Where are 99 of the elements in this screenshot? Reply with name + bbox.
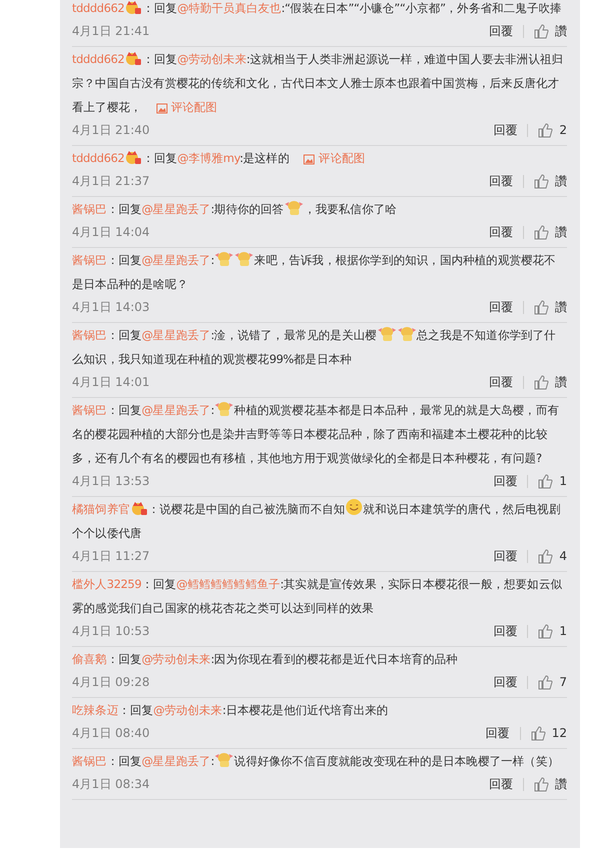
cat-sticker-icon [214,399,234,417]
like-count: 讚 [555,172,567,190]
mention-link[interactable]: @劳动创未来 [177,52,246,66]
username-link[interactable]: 偷喜鹅 [72,652,107,666]
reply-link[interactable]: 回覆 [493,622,518,640]
username-link[interactable]: tdddd662 [72,1,124,15]
timestamp: 4月1日 08:34 [72,776,151,792]
comment-text: 酱锅巴：回复@星星跑丢了: 种植的观赏樱花基本都是日本品种，最常见的就是大岛樱，而有名的樱花园种植的大部分也是染井吉野等等日本樱花品种，除了西南和福建本土樱花种的比较多，还有几个有名的樱园也有移植，其他地方用于观赏做绿化的全都是日本种樱花，有问题? [72,398,567,470]
comment-image-link[interactable]: 评论配图 [156,100,218,114]
mention-link[interactable]: @特勤干员真白友也 [177,1,282,15]
mention-link[interactable]: @星星跑丢了 [142,253,211,267]
image-icon [156,103,168,114]
username-link[interactable]: 橘猫饲养官 [72,502,130,516]
cat-sticker-icon [284,198,304,216]
comment-image-link[interactable]: 评论配图 [303,151,366,165]
thumbs-up-icon[interactable] [538,674,554,690]
reply-link[interactable]: 回覆 [489,374,513,390]
comment-text: tdddd662 ：回复@李博雅my:是这样的 评论配图 [72,148,366,167]
username-link[interactable]: 酱锅巴 [72,202,107,216]
username-link[interactable]: 酱锅巴 [72,754,107,768]
like-count: 讚 [555,224,567,240]
thumbs-up-icon[interactable] [538,548,554,564]
comment-text: 偷喜鹅：回复@劳动创未来:因为你现在看到的樱花都是近代日本培育的品种 [72,651,459,668]
thumbs-up-icon[interactable] [538,474,554,488]
mention-link[interactable]: @李博雅my [177,151,240,165]
cat-sticker-icon [234,249,254,267]
mention-link[interactable]: @星星跑丢了 [142,754,211,768]
comment-text: 酱锅巴：回复@星星跑丢了: 来吧，告诉我，根据你学到的知识，国内种植的观赏樱花不是日本品种的是啥呢？ [72,248,567,296]
username-link[interactable]: 酱锅巴 [72,328,107,342]
reply-link[interactable]: 回覆 [493,122,518,138]
timestamp: 4月1日 11:27 [72,548,151,564]
like-count: 1 [559,474,567,488]
reply-link[interactable]: 回覆 [489,224,513,240]
username-link[interactable]: 吃辣条迈 [72,703,118,717]
crown-badge-icon [124,50,142,66]
reply-link[interactable]: 回覆 [489,298,513,316]
timestamp: 4月1日 14:01 [72,374,151,390]
reply-link[interactable]: 回覆 [493,472,518,490]
timestamp: 4月1日 13:53 [72,472,151,490]
like-count: 1 [559,624,567,638]
username-link[interactable]: 槛外人32259 [72,577,142,591]
comment-text: tdddd662 ：回复@特勤干员真白友也:“假装在日本”“小镰仓”“小京都”，外务省和二鬼子吹捧 [72,0,563,17]
comment-text: tdddd662 ：回复@劳动创未来:这就相当于人类非洲起源说一样，难道中国人要去非洲认祖归宗？中国自古没有赏樱花的传统和文化，古代日本文人雅士原本也跟着中国赏梅，后来反唐化才看上了樱花， 评论配图 [72,49,564,116]
like-count: 4 [559,549,567,563]
thumbs-up-icon[interactable] [534,374,549,390]
crown-badge-icon [124,149,142,165]
smiley-icon [345,498,364,516]
username-link[interactable]: tdddd662 [72,52,124,66]
reply-link[interactable]: 回覆 [493,674,518,690]
reply-link[interactable]: 回覆 [493,548,518,564]
mention-link[interactable]: @鳕鳕鳕鳕鳕鳕鱼子 [176,577,280,591]
timestamp: 4月1日 14:03 [72,298,151,316]
crown-badge-icon [124,0,142,15]
cat-sticker-icon [396,324,417,342]
mention-link[interactable]: @劳动创未来 [153,703,222,717]
timestamp: 4月1日 21:37 [72,172,151,190]
thumbs-up-icon[interactable] [534,174,549,188]
like-count: 讚 [555,22,567,40]
username-link[interactable]: 酱锅巴 [72,403,107,417]
comment-text: 酱锅巴：回复@星星跑丢了:期待你的回答 ，我要私信你了哈 [72,197,567,221]
timestamp: 4月1日 10:53 [72,622,151,640]
timestamp: 4月1日 09:28 [72,674,151,690]
like-count: 讚 [555,776,567,792]
mention-link[interactable]: @劳动创未来 [142,652,211,666]
timestamp: 4月1日 21:40 [72,122,151,138]
username-link[interactable]: tdddd662 [72,151,124,165]
comment-text: 槛外人32259：回复@鳕鳕鳕鳕鳕鳕鱼子:其实就是宣传效果，实际日本樱花很一般，想要如云似雾的感觉我们自己国家的桃花杏花之类可以达到同样的效果 [72,576,563,617]
thumbs-up-icon[interactable] [534,24,549,38]
thumbs-up-icon[interactable] [534,776,549,792]
username-link[interactable]: 酱锅巴 [72,253,107,267]
reply-link[interactable]: 回覆 [489,172,513,190]
comment-text: 吃辣条迈：回复@劳动创未来:日本樱花是他们近代培育出来的 [72,702,390,719]
image-icon [303,154,316,165]
timestamp: 4月1日 21:41 [72,22,151,40]
mention-link[interactable]: @星星跑丢了 [142,328,211,342]
timestamp: 4月1日 14:04 [72,224,151,240]
mention-link[interactable]: @星星跑丢了 [142,403,211,417]
reply-link[interactable]: 回覆 [489,22,513,40]
like-count: 2 [559,123,567,137]
reply-link[interactable]: 回覆 [486,724,510,742]
thumbs-up-icon[interactable] [538,624,554,638]
comment-text: 橘猫饲养官 ：说樱花是中国的自己被洗脑而不自知 就和说日本建筑学的唐代，然后电视剧个个以倭代唐 [72,497,567,545]
comment-text: 酱锅巴：回复@星星跑丢了:淦，说错了，最常见的是关山樱 总之我是不知道你学到了什么知识，我只知道现在种植的观赏樱花99%都是日本种 [72,323,567,371]
thumbs-up-icon[interactable] [530,726,546,740]
like-count: 7 [559,675,567,689]
timestamp: 4月1日 08:40 [72,724,151,742]
mention-link[interactable]: @星星跑丢了 [142,202,211,216]
like-count: 讚 [555,298,567,316]
thumbs-up-icon[interactable] [538,122,554,138]
thumbs-up-icon[interactable] [534,224,549,240]
crown-badge-icon [130,500,148,516]
cat-sticker-icon [214,249,234,267]
cat-sticker-icon [376,324,397,342]
comment-text: 酱锅巴：回复@星星跑丢了: 说得好像你不信百度就能改变现在种的是日本晚樱了一样（笑） [72,749,567,773]
thumbs-up-icon[interactable] [534,300,549,314]
like-count: 讚 [555,374,567,390]
cat-sticker-icon [214,750,234,768]
like-count: 12 [552,726,567,740]
reply-link[interactable]: 回覆 [489,776,513,792]
